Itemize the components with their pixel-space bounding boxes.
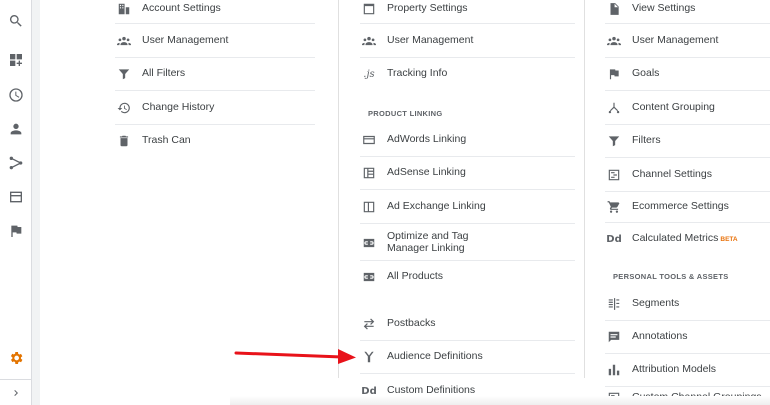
view-column: View Settings User Management Goals Cont… <box>605 0 770 403</box>
divider <box>605 222 770 223</box>
calculated-metrics-link[interactable]: Dd Calculated Metrics BETA <box>605 230 770 248</box>
left-nav-rail <box>0 0 32 405</box>
chevron-right-icon <box>14 389 18 396</box>
adsense-icon <box>360 165 378 181</box>
js-icon: .js <box>363 68 375 80</box>
segments-link[interactable]: Segments <box>605 295 770 313</box>
property-settings-link[interactable]: Property Settings <box>360 0 575 18</box>
divider <box>605 124 770 125</box>
tracking-info-link[interactable]: .js Tracking Info <box>360 65 575 83</box>
all-products-link[interactable]: All Products <box>360 268 575 286</box>
link-icon <box>360 269 378 285</box>
account-column: Account Settings User Management All Fil… <box>115 0 315 380</box>
square-icon <box>360 1 378 17</box>
view-settings-link[interactable]: View Settings <box>605 0 770 18</box>
divider <box>360 373 575 374</box>
divider <box>605 23 770 24</box>
goals-link[interactable]: Goals <box>605 65 770 83</box>
bottom-scroll-shadow <box>230 396 770 405</box>
expand-rail-button[interactable] <box>0 379 32 405</box>
file-icon <box>605 1 623 17</box>
people-icon <box>360 33 378 49</box>
divider <box>360 189 575 190</box>
trash-can-link[interactable]: Trash Can <box>115 132 315 150</box>
flag-icon <box>605 66 623 82</box>
column-divider <box>338 0 339 378</box>
attribution-models-link[interactable]: Attribution Models <box>605 361 770 379</box>
property-column: Property Settings User Management .js Tr… <box>360 0 575 397</box>
divider <box>115 124 315 125</box>
audience-definitions-link[interactable]: Audience Definitions <box>360 348 575 366</box>
change-history-link[interactable]: Change History <box>115 99 315 117</box>
bars-icon <box>605 362 623 378</box>
divider <box>360 260 575 261</box>
filters-link[interactable]: Filters <box>605 132 770 150</box>
divider <box>360 340 575 341</box>
people-icon <box>115 33 133 49</box>
property-user-management-link[interactable]: User Management <box>360 32 575 50</box>
column-divider <box>584 0 585 378</box>
divider <box>360 57 575 58</box>
divider <box>605 386 770 387</box>
personal-tools-header: PERSONAL TOOLS & ASSETS <box>613 272 729 281</box>
annotations-link[interactable]: Annotations <box>605 328 770 346</box>
divider <box>115 57 315 58</box>
product-linking-header: PRODUCT LINKING <box>368 109 443 118</box>
dashboard-icon[interactable] <box>5 49 27 71</box>
divider <box>360 223 575 224</box>
display-icon[interactable] <box>5 186 27 208</box>
content-grouping-link[interactable]: Content Grouping <box>605 99 770 117</box>
channel-settings-link[interactable]: Channel Settings <box>605 166 770 184</box>
adwords-icon <box>360 132 378 148</box>
divider <box>360 23 575 24</box>
optimize-tag-manager-linking-link[interactable]: Optimize and Tag Manager Linking <box>360 230 575 256</box>
audience-icon <box>360 349 378 365</box>
postback-icon <box>360 316 378 332</box>
divider <box>605 157 770 158</box>
person-icon[interactable] <box>5 118 27 140</box>
adsense-linking-link[interactable]: AdSense Linking <box>360 164 575 182</box>
postbacks-link[interactable]: Postbacks <box>360 315 575 333</box>
divider <box>360 156 575 157</box>
rail-gutter <box>32 0 40 405</box>
gear-icon[interactable] <box>5 347 27 369</box>
link-icon <box>360 235 378 251</box>
segments-icon <box>605 296 623 312</box>
cart-icon <box>605 199 623 215</box>
grouping-icon <box>605 100 623 116</box>
divider <box>605 90 770 91</box>
history-icon <box>115 100 133 116</box>
fork-icon[interactable] <box>5 152 27 174</box>
people-icon <box>605 33 623 49</box>
divider <box>115 23 315 24</box>
account-settings-link[interactable]: Account Settings <box>115 0 315 18</box>
channel-icon <box>605 167 623 183</box>
ad-exchange-linking-link[interactable]: Ad Exchange Linking <box>360 198 575 216</box>
flag-icon[interactable] <box>5 220 27 242</box>
adexchange-icon <box>360 199 378 215</box>
divider <box>605 191 770 192</box>
divider <box>605 353 770 354</box>
annotation-arrow <box>234 349 356 364</box>
ecommerce-settings-link[interactable]: Ecommerce Settings <box>605 198 770 216</box>
all-filters-link[interactable]: All Filters <box>115 65 315 83</box>
divider <box>115 90 315 91</box>
filter-icon <box>605 133 623 149</box>
account-user-management-link[interactable]: User Management <box>115 32 315 50</box>
view-user-management-link[interactable]: User Management <box>605 32 770 50</box>
search-icon[interactable] <box>5 10 27 32</box>
divider <box>605 320 770 321</box>
filter-icon <box>115 66 133 82</box>
annotation-icon <box>605 329 623 345</box>
building-icon <box>115 1 133 17</box>
divider <box>605 57 770 58</box>
beta-badge: BETA <box>720 235 738 243</box>
clock-icon[interactable] <box>5 84 27 106</box>
adwords-linking-link[interactable]: AdWords Linking <box>360 131 575 149</box>
trash-icon <box>115 133 133 149</box>
dd-icon: Dd <box>606 233 622 245</box>
